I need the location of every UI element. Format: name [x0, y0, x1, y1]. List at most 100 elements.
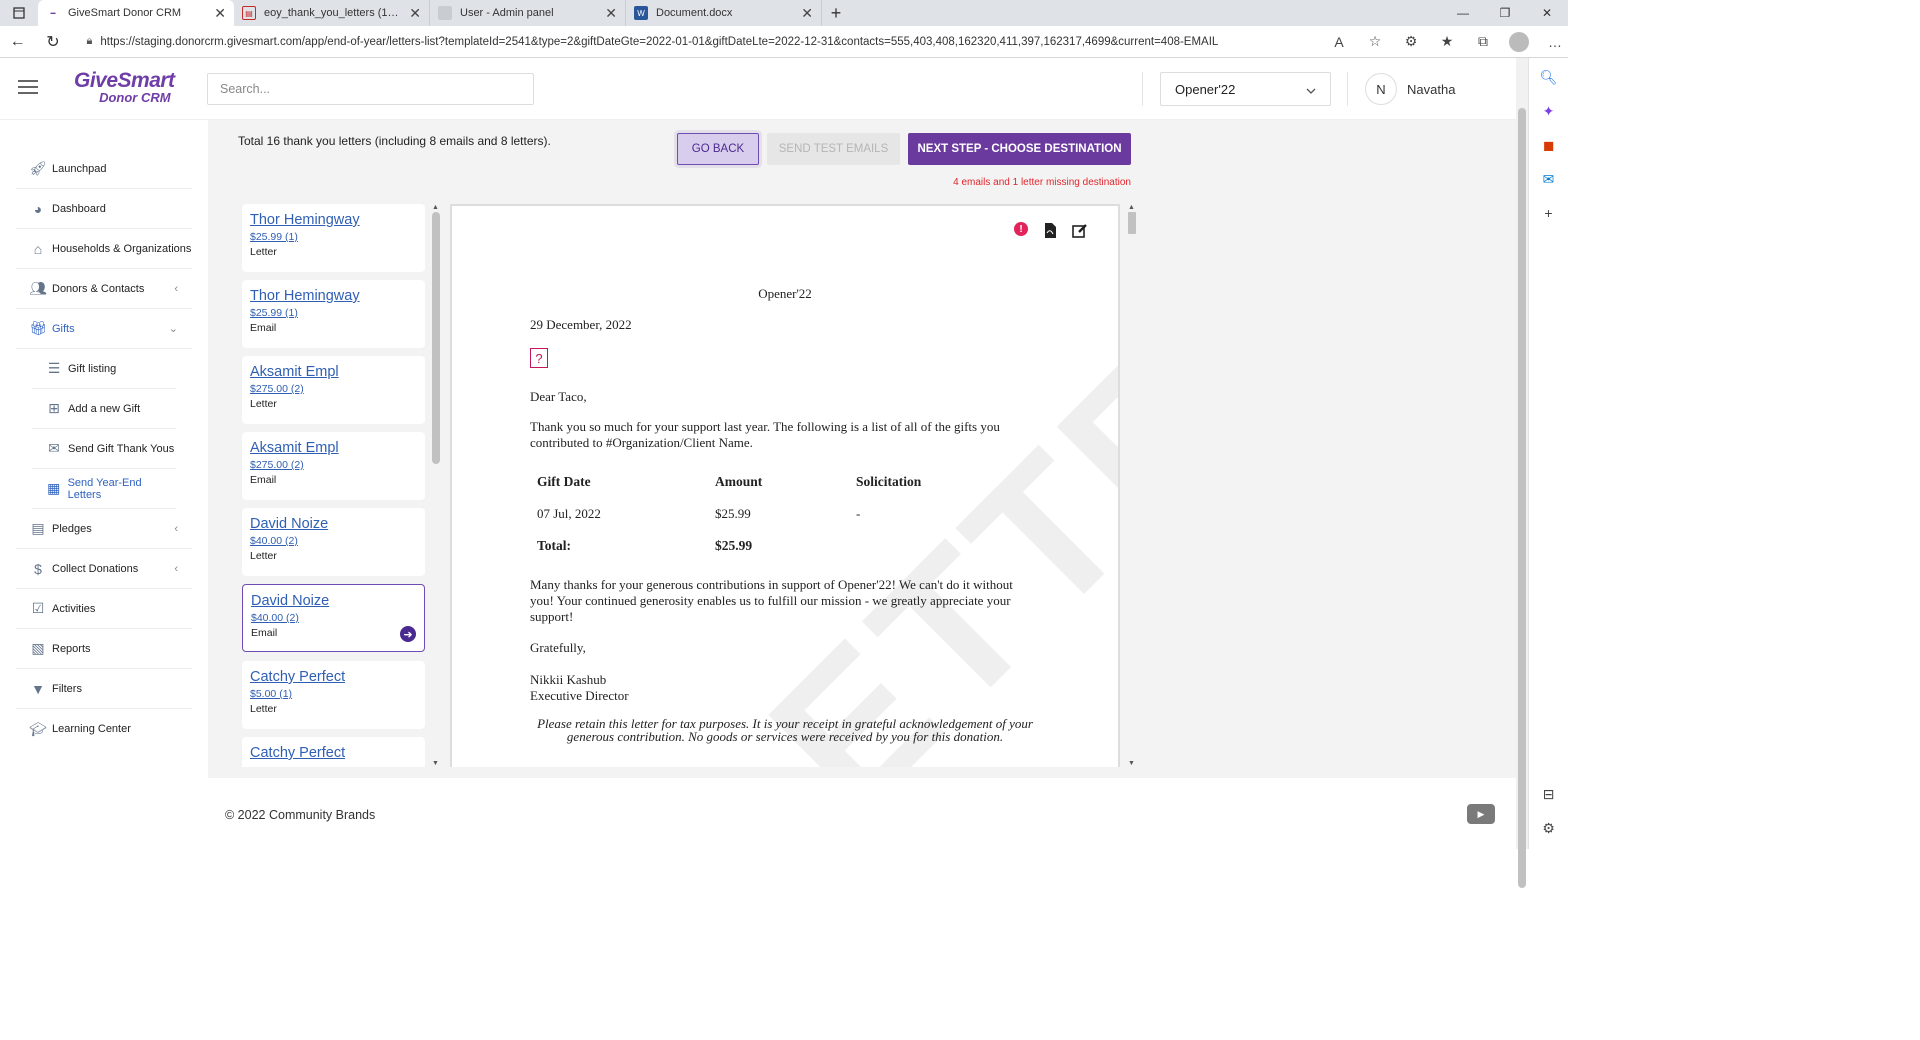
letter-card[interactable]: Catchy Perfect $5.00 (1) Letter [242, 661, 425, 729]
letter-card[interactable]: Thor Hemingway $25.99 (1) Letter [242, 204, 425, 272]
scroll-thumb[interactable] [432, 212, 440, 464]
scroll-up-icon[interactable]: ▲ [1128, 204, 1135, 211]
sidebar-item-gifts[interactable]: 🎁︎ Gifts ⌄ [16, 309, 192, 349]
recipient-name-link[interactable]: Aksamit Empl [250, 364, 417, 380]
tax-receipt-note: Please retain this letter for tax purpos… [537, 716, 1033, 744]
sidebar-item-pledges[interactable]: ▤ Pledges ‹ [16, 509, 192, 549]
gift-amount-link[interactable]: $25.99 (1) [250, 307, 417, 319]
extensions-icon[interactable]: ⚙ [1398, 29, 1424, 55]
outlook-icon[interactable]: ✉ [1537, 168, 1561, 190]
profile-icon[interactable] [1506, 29, 1532, 55]
hide-sidebar-icon[interactable]: ⊟ [1537, 783, 1561, 805]
sidebar-item-add-gift[interactable]: ⊞ Add a new Gift [32, 389, 176, 429]
more-icon[interactable]: … [1542, 29, 1568, 55]
close-tab-icon[interactable]: ✕ [801, 5, 813, 22]
office-icon[interactable]: ◼ [1537, 134, 1561, 156]
page-scrollbar[interactable] [1516, 58, 1528, 888]
search-icon[interactable]: 🔍︎ [1537, 66, 1561, 88]
minimize-icon[interactable]: — [1442, 0, 1484, 26]
scroll-down-icon[interactable]: ▼ [432, 760, 439, 767]
hamburger-menu-icon[interactable] [18, 80, 38, 98]
next-step-choose-destination-button[interactable]: NEXT STEP - CHOOSE DESTINATION [908, 133, 1131, 165]
organization-select[interactable]: Opener'22 [1160, 72, 1331, 106]
gift-amount-link[interactable]: $25.99 (1) [250, 231, 417, 243]
collections-icon[interactable]: ⧉ [1470, 29, 1496, 55]
sidebar-item-launchpad[interactable]: 🚀︎ Launchpad [16, 149, 192, 189]
refresh-icon[interactable]: ↻ [35, 26, 70, 58]
sidebar-item-learning-center[interactable]: 🎓︎ Learning Center [16, 709, 192, 749]
close-window-icon[interactable]: ✕ [1526, 0, 1568, 26]
favorites-icon[interactable]: ★ [1434, 29, 1460, 55]
edit-icon[interactable] [1072, 222, 1088, 238]
close-tab-icon[interactable]: ✕ [409, 5, 421, 22]
arrow-right-circle-icon[interactable]: ➜ [400, 626, 416, 642]
preview-scrollbar[interactable]: ▲ ▼ [1126, 204, 1138, 767]
scroll-thumb[interactable] [1128, 212, 1136, 234]
givesmart-logo[interactable]: GiveSmart Donor CRM [74, 70, 175, 105]
alert-icon[interactable]: ! [1014, 222, 1028, 236]
browser-tab-docx[interactable]: W Document.docx ✕ [626, 0, 822, 26]
recipient-name-link[interactable]: David Noize [251, 593, 416, 609]
gift-amount-link[interactable]: $275.00 (2) [250, 383, 417, 395]
scroll-down-icon[interactable]: ▼ [1128, 760, 1135, 767]
recipient-name-link[interactable]: Thor Hemingway [250, 288, 417, 304]
gift-amount-link[interactable]: $5.00 (1) [250, 688, 417, 700]
sidebar-item-households[interactable]: ⌂ Households & Organizations [16, 229, 192, 269]
video-play-icon[interactable]: ▶ [1467, 804, 1495, 824]
recipient-name-link[interactable]: Catchy Perfect [250, 669, 417, 685]
recipient-name-link[interactable]: Aksamit Empl [250, 440, 417, 456]
go-back-button[interactable]: GO BACK [677, 133, 759, 165]
users-icon: 👥︎ [29, 280, 47, 296]
letter-card[interactable]: David Noize $40.00 (2) Letter [242, 508, 425, 576]
search-input[interactable]: Search... [207, 73, 534, 105]
gift-amount-link[interactable]: $40.00 (2) [251, 612, 416, 624]
site-info-icon[interactable]: 🔒︎ [87, 35, 93, 48]
sidebar-nav: 🚀︎ Launchpad ◕ Dashboard ⌂ Households & … [0, 120, 208, 849]
letter-card[interactable]: Catchy Perfect [242, 737, 425, 767]
favorite-star-icon[interactable]: ☆ [1362, 29, 1388, 55]
sidebar-item-dashboard[interactable]: ◕ Dashboard [16, 189, 192, 229]
sidebar-settings-icon[interactable]: ⚙ [1537, 817, 1561, 839]
close-tab-icon[interactable]: ✕ [605, 5, 617, 22]
send-test-emails-button[interactable]: SEND TEST EMAILS [767, 133, 900, 165]
preview-toolbar: ! [1014, 222, 1088, 238]
sidebar-item-send-thank-yous[interactable]: ✉ Send Gift Thank Yous [32, 429, 176, 469]
browser-tab-pdf[interactable]: ▤ eoy_thank_you_letters (1).pdf ✕ [234, 0, 430, 26]
add-sidebar-app-icon[interactable]: + [1537, 202, 1561, 224]
url-field[interactable]: 🔒︎ https://staging.donorcrm.givesmart.co… [79, 30, 1318, 54]
letter-paragraph-intro: Thank you so much for your support last … [530, 419, 1000, 450]
browser-tab-admin[interactable]: User - Admin panel ✕ [430, 0, 626, 26]
letter-card[interactable]: Aksamit Empl $275.00 (2) Letter [242, 356, 425, 424]
sidebar-item-gift-listing[interactable]: ☰ Gift listing [32, 349, 176, 389]
gift-amount-link[interactable]: $275.00 (2) [250, 459, 417, 471]
letter-card[interactable]: Aksamit Empl $275.00 (2) Email [242, 432, 425, 500]
gift-amount-link[interactable]: $40.00 (2) [250, 535, 417, 547]
sidebar-item-donors[interactable]: 👥︎ Donors & Contacts ‹ [16, 269, 192, 309]
gift-total-label: Total: [537, 538, 572, 553]
recipient-name-link[interactable]: Thor Hemingway [250, 212, 417, 228]
recipient-name-link[interactable]: David Noize [250, 516, 417, 532]
letter-card[interactable]: Thor Hemingway $25.99 (1) Email [242, 280, 425, 348]
sidebar-item-reports[interactable]: ▧ Reports [16, 629, 192, 669]
new-tab-icon[interactable]: + [822, 0, 850, 26]
back-arrow-icon[interactable]: ← [0, 26, 35, 58]
close-tab-icon[interactable]: ✕ [214, 5, 226, 22]
scroll-up-icon[interactable]: ▲ [432, 204, 439, 211]
copilot-icon[interactable]: ✦ [1537, 100, 1561, 122]
sidebar-item-collect-donations[interactable]: $ Collect Donations ‹ [16, 549, 192, 589]
broken-image-placeholder-icon: ? [530, 348, 548, 368]
letters-list[interactable]: Thor Hemingway $25.99 (1) Letter Thor He… [242, 204, 432, 767]
sidebar-item-activities[interactable]: ☑ Activities [16, 589, 192, 629]
recipient-name-link[interactable]: Catchy Perfect [250, 745, 417, 761]
user-menu[interactable]: N Navatha [1365, 73, 1455, 105]
tab-actions-icon[interactable] [0, 0, 38, 26]
browser-tab-givesmart[interactable]: ━ GiveSmart Donor CRM ✕ [38, 0, 234, 26]
restore-icon[interactable]: ❐ [1484, 0, 1526, 26]
pdf-download-icon[interactable] [1042, 222, 1058, 238]
scroll-thumb[interactable] [1518, 108, 1526, 888]
letter-card-selected[interactable]: David Noize $40.00 (2) Email ➜ [242, 584, 425, 652]
read-aloud-icon[interactable]: A [1326, 29, 1352, 55]
letters-list-scrollbar[interactable]: ▲ ▼ [430, 204, 442, 767]
sidebar-item-year-end-letters[interactable]: ▦ Send Year-End Letters [32, 469, 176, 509]
sidebar-item-filters[interactable]: ▼ Filters [16, 669, 192, 709]
